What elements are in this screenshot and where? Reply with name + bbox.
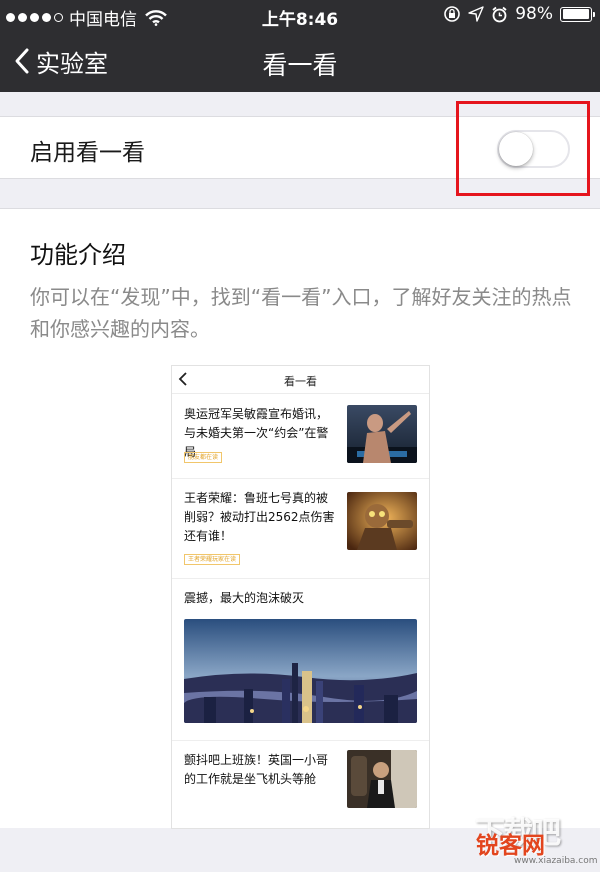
status-bar: 中国电信 上午8:46 98% <box>0 0 600 30</box>
battery-level <box>562 9 589 19</box>
preview-article-tag: 朋友都在读 <box>184 452 223 463</box>
preview-article-tag: 王者荣耀玩家在读 <box>184 554 241 565</box>
preview-article: 王者荣耀：鲁班七号真的被削弱？被动打出2562点伤害还有谁！ 王者荣耀玩家在读 <box>172 479 429 579</box>
preview-article-title: 颤抖吧上班族！英国一小哥的工作就是坐飞机头等舱 <box>184 753 329 786</box>
feature-preview-image: 看一看 奥运冠军吴敏霞宣布婚讯，与未婚夫第一次“约会”在警局 朋友都在读 王者荣… <box>171 365 430 829</box>
intro-title: 功能介绍 <box>30 241 126 269</box>
rotation-lock-icon <box>444 6 461 22</box>
preview-article-cover <box>184 619 417 723</box>
watermark-url: www.xiazaiba.com <box>514 856 598 866</box>
page-title: 看一看 <box>262 51 338 80</box>
preview-article-thumbnail <box>347 750 417 808</box>
highlight-box <box>456 101 590 196</box>
feature-intro-section: 功能介绍 你可以在“发现”中，找到“看一看”入口，了解好友关注的热点和你感兴趣的… <box>0 208 600 829</box>
preview-header: 看一看 <box>172 366 429 394</box>
battery-percent: 98% <box>515 4 553 24</box>
intro-description: 你可以在“发现”中，找到“看一看”入口，了解好友关注的热点和你感兴趣的内容。 <box>30 285 572 341</box>
enable-setting-label: 启用看一看 <box>30 140 145 166</box>
watermark-brand: 锐客网 <box>476 833 545 859</box>
navigation-bar: 实验室 看一看 <box>0 30 600 92</box>
preview-article-thumbnail <box>347 492 417 550</box>
alarm-icon <box>492 6 507 22</box>
preview-article: 奥运冠军吴敏霞宣布婚讯，与未婚夫第一次“约会”在警局 朋友都在读 <box>172 395 429 479</box>
battery-icon <box>560 6 595 22</box>
status-right: 98% <box>443 4 595 24</box>
preview-article-thumbnail <box>347 405 417 463</box>
preview-article-title: 王者荣耀：鲁班七号真的被削弱？被动打出2562点伤害还有谁！ <box>184 491 335 543</box>
location-icon <box>468 6 484 22</box>
preview-article: 震撼，最大的泡沫破灭 <box>172 579 429 741</box>
preview-article: 颤抖吧上班族！英国一小哥的工作就是坐飞机头等舱 <box>172 741 429 828</box>
preview-title: 看一看 <box>284 375 317 388</box>
preview-article-title: 震撼，最大的泡沫破灭 <box>184 591 305 605</box>
